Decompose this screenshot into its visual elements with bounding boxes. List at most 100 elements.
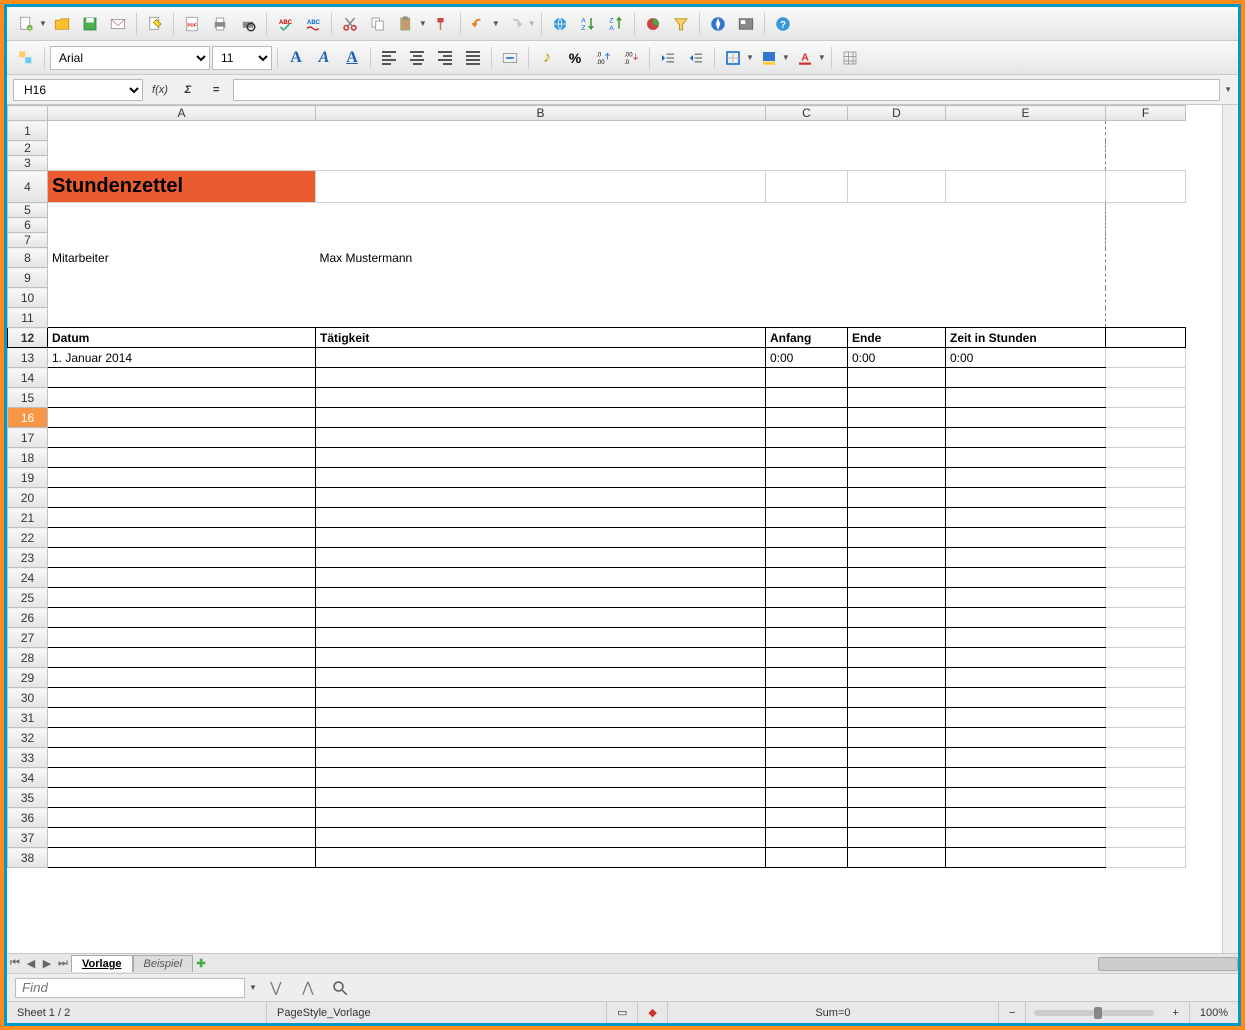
cell[interactable] bbox=[946, 248, 1106, 268]
dropdown-icon[interactable]: ▼ bbox=[249, 983, 257, 992]
currency-icon[interactable]: ♪ bbox=[534, 45, 560, 71]
row-header[interactable]: 33 bbox=[8, 748, 48, 768]
cell[interactable] bbox=[316, 408, 766, 428]
cell[interactable] bbox=[946, 728, 1106, 748]
cell[interactable] bbox=[316, 288, 766, 308]
tab-next-icon[interactable]: ▶ bbox=[39, 957, 55, 970]
cell[interactable] bbox=[48, 156, 316, 171]
cell[interactable] bbox=[766, 218, 848, 233]
cell[interactable]: 0:00 bbox=[946, 348, 1106, 368]
cell[interactable] bbox=[766, 288, 848, 308]
row-header[interactable]: 7 bbox=[8, 233, 48, 248]
cell[interactable]: Ende bbox=[848, 328, 946, 348]
tab-last-icon[interactable]: ⏭ bbox=[55, 957, 71, 970]
cell[interactable] bbox=[766, 203, 848, 218]
cell-reference-input[interactable]: H16 bbox=[13, 79, 143, 101]
cell[interactable] bbox=[946, 388, 1106, 408]
cell[interactable] bbox=[946, 628, 1106, 648]
navigator-icon[interactable] bbox=[705, 11, 731, 37]
align-center-icon[interactable] bbox=[404, 45, 430, 71]
cell[interactable] bbox=[848, 768, 946, 788]
cell[interactable] bbox=[316, 708, 766, 728]
cell[interactable] bbox=[316, 508, 766, 528]
cell[interactable] bbox=[766, 233, 848, 248]
cell[interactable] bbox=[48, 548, 316, 568]
row-header[interactable]: 25 bbox=[8, 588, 48, 608]
cell[interactable] bbox=[48, 408, 316, 428]
row-header[interactable]: 27 bbox=[8, 628, 48, 648]
cell[interactable] bbox=[766, 788, 848, 808]
cell[interactable] bbox=[766, 688, 848, 708]
cell[interactable]: 0:00 bbox=[766, 348, 848, 368]
cell[interactable] bbox=[766, 608, 848, 628]
cell[interactable] bbox=[766, 408, 848, 428]
row-header[interactable]: 14 bbox=[8, 368, 48, 388]
cell[interactable] bbox=[766, 248, 848, 268]
cell[interactable] bbox=[48, 428, 316, 448]
row-header[interactable]: 26 bbox=[8, 608, 48, 628]
cell[interactable] bbox=[1106, 348, 1186, 368]
cell[interactable] bbox=[946, 748, 1106, 768]
cell[interactable] bbox=[946, 203, 1106, 218]
autofilter-icon[interactable] bbox=[668, 11, 694, 37]
merge-cells-icon[interactable] bbox=[497, 45, 523, 71]
cell[interactable] bbox=[1106, 203, 1186, 218]
cut-icon[interactable] bbox=[337, 11, 363, 37]
cell[interactable] bbox=[946, 468, 1106, 488]
cell[interactable] bbox=[848, 408, 946, 428]
dropdown-icon[interactable]: ▼ bbox=[746, 53, 754, 62]
email-document-icon[interactable] bbox=[105, 11, 131, 37]
cell[interactable] bbox=[1106, 156, 1186, 171]
column-header[interactable]: A bbox=[48, 106, 316, 121]
insert-mode-icon[interactable]: ▭ bbox=[607, 1002, 638, 1023]
cell[interactable] bbox=[1106, 233, 1186, 248]
row-header[interactable]: 5 bbox=[8, 203, 48, 218]
cell[interactable] bbox=[848, 828, 946, 848]
percent-icon[interactable]: % bbox=[562, 45, 588, 71]
column-header[interactable]: F bbox=[1106, 106, 1186, 121]
cell[interactable] bbox=[848, 808, 946, 828]
cell[interactable] bbox=[848, 648, 946, 668]
font-name-select[interactable]: Arial bbox=[50, 46, 210, 70]
print-preview-icon[interactable] bbox=[235, 11, 261, 37]
cell[interactable] bbox=[766, 156, 848, 171]
cell[interactable] bbox=[48, 568, 316, 588]
tab-prev-icon[interactable]: ◀ bbox=[23, 957, 39, 970]
cell[interactable]: Stundenzettel bbox=[48, 171, 316, 203]
row-header[interactable]: 10 bbox=[8, 288, 48, 308]
cell[interactable] bbox=[766, 748, 848, 768]
cell[interactable] bbox=[946, 608, 1106, 628]
cell[interactable] bbox=[766, 488, 848, 508]
cell[interactable] bbox=[946, 428, 1106, 448]
cell[interactable]: 1. Januar 2014 bbox=[48, 348, 316, 368]
bold-icon[interactable]: A bbox=[283, 45, 309, 71]
sheet-tab-active[interactable]: Vorlage bbox=[71, 955, 133, 972]
cell[interactable] bbox=[848, 203, 946, 218]
row-header[interactable]: 17 bbox=[8, 428, 48, 448]
cell[interactable] bbox=[316, 488, 766, 508]
cell[interactable] bbox=[1106, 328, 1186, 348]
new-document-icon[interactable]: + bbox=[13, 11, 39, 37]
cell[interactable] bbox=[766, 448, 848, 468]
cell[interactable] bbox=[766, 628, 848, 648]
dropdown-icon[interactable]: ▼ bbox=[782, 53, 790, 62]
row-header[interactable]: 19 bbox=[8, 468, 48, 488]
zoom-in-icon[interactable]: + bbox=[1162, 1002, 1189, 1023]
cell[interactable] bbox=[48, 308, 316, 328]
cell[interactable] bbox=[848, 218, 946, 233]
open-document-icon[interactable] bbox=[49, 11, 75, 37]
find-next-icon[interactable]: ⋁ bbox=[263, 975, 289, 1001]
cell[interactable] bbox=[316, 308, 766, 328]
cell[interactable] bbox=[1106, 428, 1186, 448]
cell[interactable] bbox=[48, 388, 316, 408]
cell[interactable] bbox=[766, 568, 848, 588]
cell[interactable] bbox=[766, 268, 848, 288]
cell[interactable] bbox=[1106, 568, 1186, 588]
cell[interactable] bbox=[1106, 488, 1186, 508]
cell[interactable] bbox=[316, 233, 766, 248]
cell[interactable] bbox=[946, 121, 1106, 141]
cell[interactable] bbox=[848, 628, 946, 648]
cell[interactable] bbox=[946, 668, 1106, 688]
cell[interactable] bbox=[946, 288, 1106, 308]
vertical-scrollbar[interactable] bbox=[1222, 105, 1238, 953]
